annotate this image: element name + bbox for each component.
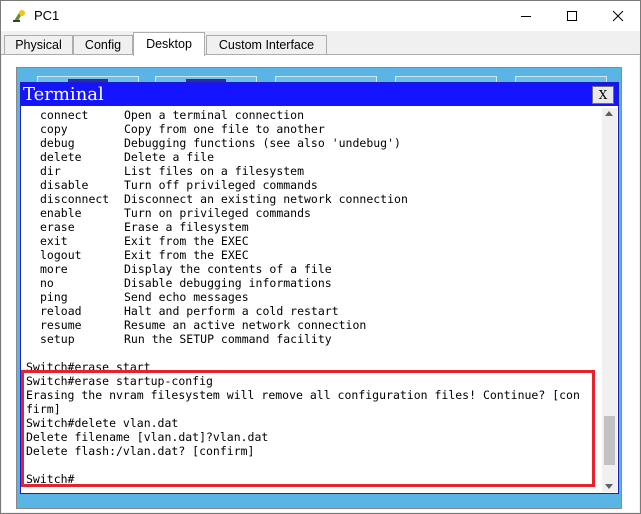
help-command: connect [40,108,89,122]
help-description: Disable debugging informations [124,276,332,290]
help-command: copy [40,122,68,136]
terminal-window: Terminal X connect Open a terminal connec… [20,82,619,494]
help-command: enable [40,206,82,220]
help-description: Erase a filesystem [124,220,249,234]
help-command: disconnect [40,192,110,206]
help-description: Send echo messages [124,290,249,304]
window-title: PC1 [34,8,60,23]
close-button[interactable] [595,1,641,31]
maximize-icon [567,11,577,21]
terminal-scrollbar[interactable] [602,108,617,492]
help-command: resume [40,318,82,332]
minimize-button[interactable] [503,1,549,31]
help-description: List files on a filesystem [124,164,305,178]
tab-config[interactable]: Config [73,35,133,55]
minimize-icon [521,16,531,17]
terminal-close-button[interactable]: X [592,86,614,104]
help-description: Turn off privileged commands [124,178,318,192]
help-command: delete [40,150,82,164]
help-command: erase [40,220,75,234]
help-command: setup [40,332,75,346]
help-description: Turn on privileged commands [124,206,311,220]
terminal-output-line: firm] [26,402,61,416]
help-command: no [40,276,54,290]
scroll-up-arrow-icon[interactable] [605,111,613,116]
help-description: Debugging functions (see also 'undebug') [124,136,401,150]
help-command: disable [40,178,89,192]
terminal-output-line: Switch#erase startup-config [26,374,213,388]
scroll-down-arrow-icon[interactable] [605,484,613,489]
tab-custom-interface[interactable]: Custom Interface [206,35,327,55]
packet-tracer-pc-icon [13,10,25,22]
terminal-title: Terminal [23,84,104,105]
close-icon [612,10,624,22]
tab-physical[interactable]: Physical [4,35,73,55]
terminal-output-line: Delete filename [vlan.dat]?vlan.dat [26,430,269,444]
pc1-window: PC1 Physical Config Desktop Custom Inter… [0,0,641,514]
help-description: Disconnect an existing network connectio… [124,192,408,206]
maximize-button[interactable] [549,1,595,31]
help-command: reload [40,304,82,318]
terminal-output-line: Switch# [26,472,75,486]
help-command: ping [40,290,68,304]
title-bar[interactable]: PC1 [1,1,640,31]
help-description: Run the SETUP command facility [124,332,332,346]
help-command: dir [40,164,61,178]
help-command: debug [40,136,75,150]
help-description: Exit from the EXEC [124,234,249,248]
help-description: Display the contents of a file [124,262,332,276]
help-command: logout [40,248,82,262]
help-description: Open a terminal connection [124,108,305,122]
terminal-output-line: Switch#delete vlan.dat [26,416,179,430]
help-command: more [40,262,68,276]
help-description: Halt and perform a cold restart [124,304,339,318]
scrollbar-thumb[interactable] [604,416,615,465]
tab-desktop[interactable]: Desktop [133,32,205,56]
help-description: Copy from one file to another [124,122,325,136]
terminal-output-line: Erasing the nvram filesystem will remove… [26,388,580,402]
tab-strip: Physical Config Desktop Custom Interface [1,31,640,56]
terminal-output-line: Switch#erase start [26,360,151,374]
terminal-output-line: Delete flash:/vlan.dat? [confirm] [26,444,255,458]
terminal-title-bar[interactable]: Terminal X [21,83,618,106]
help-description: Resume an active network connection [124,318,367,332]
help-description: Exit from the EXEC [124,248,249,262]
terminal-output[interactable]: connect Open a terminal connection copy Cop… [21,108,601,492]
help-description: Delete a file [124,150,215,164]
help-command: exit [40,234,68,248]
